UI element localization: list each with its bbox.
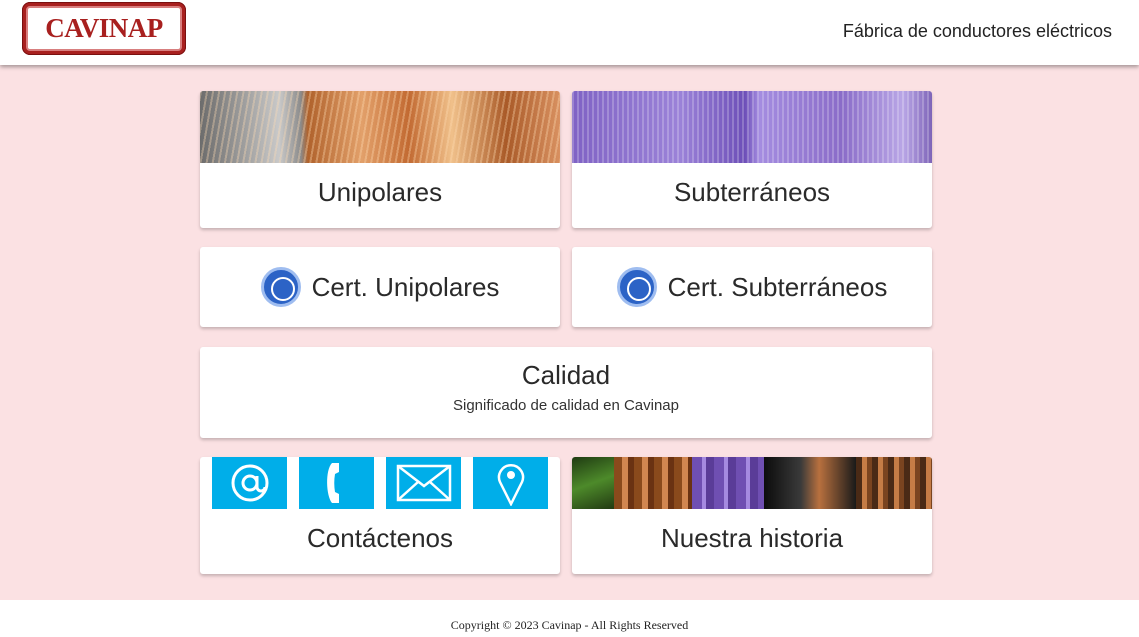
subterraneos-card[interactable]: Subterráneos bbox=[572, 91, 932, 228]
factory-collage-image bbox=[572, 457, 932, 509]
cavinap-logo[interactable]: CAVINAP bbox=[22, 2, 186, 55]
at-sign-icon bbox=[212, 457, 287, 509]
cert-subterraneos-row: Cert. Subterráneos bbox=[572, 247, 932, 327]
historia-title: Nuestra historia bbox=[660, 523, 844, 553]
footer: Copyright © 2023 Cavinap - All Rights Re… bbox=[0, 600, 1139, 637]
cert-unipolares-card[interactable]: Cert. Unipolares bbox=[200, 247, 560, 327]
contactenos-title: Contáctenos bbox=[307, 523, 453, 553]
site-tagline: Fábrica de conductores eléctricos bbox=[842, 21, 1112, 41]
unipolares-card[interactable]: Unipolares bbox=[200, 91, 560, 228]
unipolares-title: Unipolares bbox=[317, 177, 443, 207]
iram-seal-icon bbox=[260, 267, 301, 307]
header: CAVINAP Fábrica de conductores eléctrico… bbox=[0, 0, 1139, 65]
envelope-icon bbox=[386, 457, 461, 509]
contact-icons-row bbox=[212, 457, 548, 509]
cert-unipolares-row: Cert. Unipolares bbox=[200, 247, 560, 327]
cert-subterraneos-card[interactable]: Cert. Subterráneos bbox=[572, 247, 932, 327]
calidad-card[interactable]: Calidad Significado de calidad en Cavina… bbox=[200, 347, 932, 438]
logo-frame: CAVINAP bbox=[26, 6, 182, 51]
iram-seal-icon bbox=[616, 267, 657, 307]
cert-unipolares-title: Cert. Unipolares bbox=[311, 271, 500, 302]
location-pin-icon bbox=[473, 457, 548, 509]
contactenos-card[interactable]: Contáctenos bbox=[200, 457, 560, 574]
copyright-text: Copyright © 2023 Cavinap - All Rights Re… bbox=[450, 618, 689, 632]
purple-cable-image bbox=[572, 91, 932, 163]
phone-icon bbox=[299, 457, 374, 509]
historia-card[interactable]: Nuestra historia bbox=[572, 457, 932, 574]
logo-text: CAVINAP bbox=[45, 13, 163, 43]
calidad-title: Calidad bbox=[521, 360, 611, 390]
calidad-subtitle: Significado de calidad en Cavinap bbox=[453, 397, 679, 414]
subterraneos-title: Subterráneos bbox=[673, 177, 831, 207]
copper-cable-image bbox=[200, 91, 560, 163]
cert-subterraneos-title: Cert. Subterráneos bbox=[667, 271, 888, 302]
